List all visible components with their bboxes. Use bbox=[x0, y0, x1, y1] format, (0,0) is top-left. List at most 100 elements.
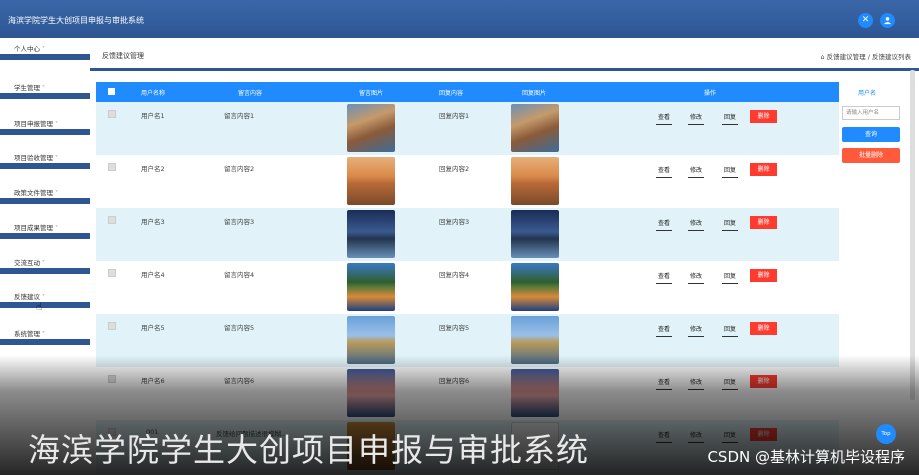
view-button[interactable]: 查看 bbox=[656, 324, 673, 337]
row-checkbox[interactable] bbox=[108, 269, 116, 277]
cell-user: 用户名5 bbox=[141, 324, 165, 332]
message-image bbox=[347, 263, 395, 311]
sidebar-item-project-results[interactable]: 项目成果管理 ˅ bbox=[0, 217, 90, 239]
breadcrumb-text: 反馈建议管理 / 反馈建议列表 bbox=[826, 53, 911, 61]
view-button[interactable]: 查看 bbox=[656, 377, 673, 390]
page-header: 反馈建议管理 ⌂ 反馈建议管理 / 反馈建议列表 bbox=[90, 42, 919, 69]
cell-content: 留言内容2 bbox=[224, 165, 255, 173]
sidebar-item-system-management[interactable]: 系统管理 ˅ bbox=[0, 323, 90, 345]
row-checkbox[interactable] bbox=[108, 322, 116, 330]
chevron-down-icon: ˅ bbox=[42, 85, 45, 92]
cell-content: 留言内容1 bbox=[224, 112, 255, 120]
cell-user: 用户名3 bbox=[141, 218, 165, 226]
cell-reply: 回复内容4 bbox=[439, 271, 470, 279]
sidebar-item-label: 个人中心 bbox=[14, 45, 40, 53]
user-icon[interactable] bbox=[880, 13, 895, 28]
sidebar-item-label: 政策文件管理 bbox=[14, 189, 53, 197]
edit-button[interactable]: 修改 bbox=[688, 218, 705, 231]
sidebar-item-personal-center[interactable]: 个人中心 ˅ bbox=[0, 38, 90, 60]
sidebar-item-label: 交流互动 bbox=[14, 259, 40, 267]
batch-delete-button[interactable]: 批量删除 bbox=[842, 148, 900, 163]
table-row: 用户名1 留言内容1 回复内容1 查看 修改 回复 删除 bbox=[96, 102, 839, 155]
column-header: 回复内容 bbox=[439, 90, 464, 97]
reply-image bbox=[511, 263, 559, 311]
cell-content: 留言内容5 bbox=[224, 324, 255, 332]
message-image bbox=[347, 104, 395, 152]
sidebar-item-student-management[interactable]: 学生管理 ˅ bbox=[0, 77, 90, 99]
video-caption: 海滨学院学生大创项目申报与审批系统 bbox=[28, 431, 590, 469]
delete-button[interactable]: 删除 bbox=[750, 163, 777, 176]
reply-image bbox=[511, 104, 559, 152]
sidebar-item-label: 系统管理 bbox=[14, 330, 40, 338]
view-button[interactable]: 查看 bbox=[656, 271, 673, 284]
delete-button[interactable]: 删除 bbox=[750, 269, 777, 282]
app-title: 海滨学院学生大创项目申报与审批系统 bbox=[8, 16, 144, 25]
sidebar-item-communication[interactable]: 交流互动 ˅ bbox=[0, 252, 90, 274]
back-to-top-button[interactable]: Top bbox=[876, 424, 896, 444]
sidebar-item-feedback[interactable]: 反馈建议 ˅ bbox=[0, 286, 90, 308]
settings-icon[interactable]: ✕ bbox=[858, 13, 873, 28]
search-button[interactable]: 查询 bbox=[842, 127, 900, 142]
page-title: 反馈建议管理 bbox=[102, 52, 144, 60]
cell-user: 用户名4 bbox=[141, 271, 165, 279]
view-button[interactable]: 查看 bbox=[656, 430, 673, 443]
cell-user: 用户名1 bbox=[141, 112, 165, 120]
chevron-down-icon: ˅ bbox=[55, 225, 58, 232]
sidebar-item-label: 学生管理 bbox=[14, 84, 40, 92]
cell-user: 用户名6 bbox=[141, 377, 165, 385]
delete-button[interactable]: 删除 bbox=[750, 322, 777, 335]
top-header-bar: 海滨学院学生大创项目申报与审批系统 ✕ bbox=[0, 0, 919, 38]
view-button[interactable]: 查看 bbox=[656, 112, 673, 125]
username-search-input[interactable]: 请输入用户名 bbox=[842, 106, 900, 120]
edit-button[interactable]: 修改 bbox=[688, 324, 705, 337]
chevron-down-icon: ˅ bbox=[42, 46, 45, 53]
delete-button[interactable]: 删除 bbox=[750, 216, 777, 229]
edit-button[interactable]: 修改 bbox=[688, 271, 705, 284]
reply-button[interactable]: 回复 bbox=[722, 112, 739, 125]
sidebar-item-project-acceptance[interactable]: 项目验收管理 ˅ bbox=[0, 147, 90, 169]
message-image bbox=[347, 210, 395, 258]
row-checkbox[interactable] bbox=[108, 163, 116, 171]
delete-button[interactable]: 删除 bbox=[750, 110, 777, 123]
cell-user: 用户名2 bbox=[141, 165, 165, 173]
breadcrumb: ⌂ 反馈建议管理 / 反馈建议列表 bbox=[820, 51, 911, 61]
cell-reply: 回复内容1 bbox=[439, 112, 470, 120]
message-image bbox=[347, 316, 395, 364]
row-checkbox[interactable] bbox=[108, 216, 116, 224]
reply-button[interactable]: 回复 bbox=[722, 271, 739, 284]
cell-reply: 回复内容6 bbox=[439, 377, 470, 385]
search-label: 用户名 bbox=[858, 90, 877, 97]
scrollbar[interactable] bbox=[910, 70, 915, 400]
chevron-down-icon: ˅ bbox=[42, 260, 45, 267]
column-header: 留言图片 bbox=[359, 90, 384, 97]
view-button[interactable]: 查看 bbox=[656, 218, 673, 231]
row-checkbox[interactable] bbox=[108, 375, 116, 383]
column-header: 留言内容 bbox=[238, 90, 263, 97]
cell-content: 留言内容3 bbox=[224, 218, 255, 226]
reply-button[interactable]: 回复 bbox=[722, 430, 739, 443]
reply-button[interactable]: 回复 bbox=[722, 324, 739, 337]
row-checkbox[interactable] bbox=[108, 110, 116, 118]
delete-button[interactable]: 删除 bbox=[750, 375, 777, 388]
edit-button[interactable]: 修改 bbox=[688, 430, 705, 443]
sidebar-item-label: 项目申报管理 bbox=[14, 120, 53, 128]
edit-button[interactable]: 修改 bbox=[688, 112, 705, 125]
table-row: 用户名6 留言内容6 回复内容6 查看 修改 回复 删除 bbox=[96, 367, 839, 420]
chevron-down-icon: ˅ bbox=[55, 121, 58, 128]
sidebar-item-project-application[interactable]: 项目申报管理 ˅ bbox=[0, 113, 90, 135]
delete-button[interactable]: 删除 bbox=[750, 428, 777, 441]
cell-content: 留言内容6 bbox=[224, 377, 255, 385]
select-all-checkbox[interactable] bbox=[108, 88, 115, 95]
sidebar-item-policy-files[interactable]: 政策文件管理 ˅ bbox=[0, 182, 90, 204]
hand-cursor-icon: ☝ bbox=[36, 302, 43, 313]
reply-button[interactable]: 回复 bbox=[722, 377, 739, 390]
watermark: CSDN @基林计算机毕设程序 bbox=[707, 448, 905, 466]
cell-reply: 回复内容3 bbox=[439, 218, 470, 226]
reply-image bbox=[511, 369, 559, 417]
reply-button[interactable]: 回复 bbox=[722, 165, 739, 178]
edit-button[interactable]: 修改 bbox=[688, 377, 705, 390]
home-icon[interactable]: ⌂ bbox=[820, 53, 824, 61]
view-button[interactable]: 查看 bbox=[656, 165, 673, 178]
reply-button[interactable]: 回复 bbox=[722, 218, 739, 231]
edit-button[interactable]: 修改 bbox=[688, 165, 705, 178]
